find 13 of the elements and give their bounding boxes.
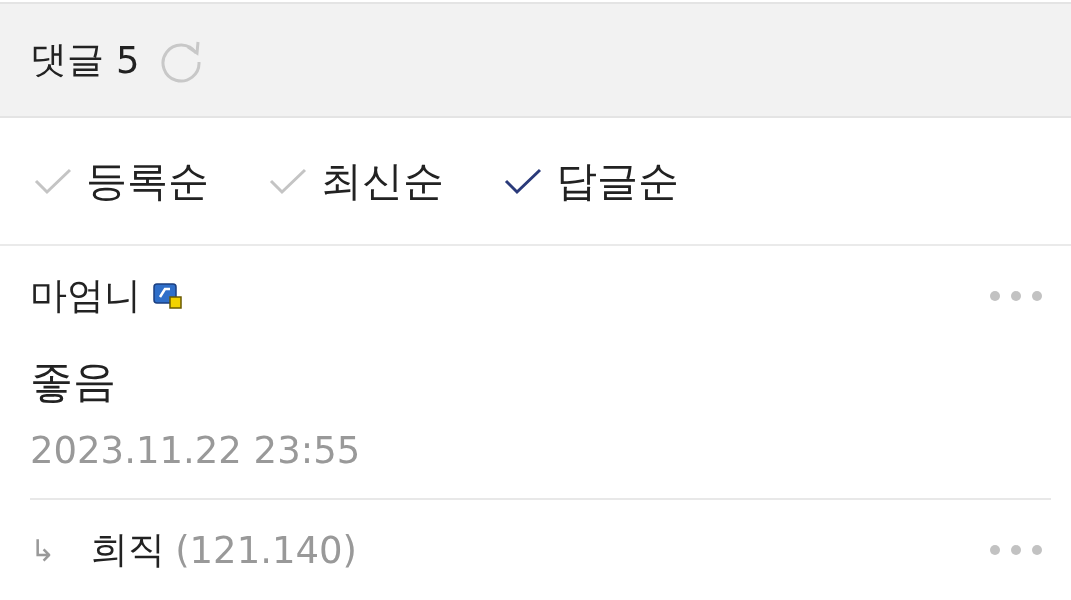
comment-count: 5 [116,38,140,82]
reply-arrow: ↳ [30,532,56,568]
author-name[interactable]: 마엄니 [30,271,141,321]
sort-option[interactable]: 최신순 [269,153,444,209]
sort-option[interactable]: 답글순 [504,153,679,209]
author-ip: (121.140) [175,528,357,572]
more-icon[interactable] [989,544,1043,556]
comments-title: 댓글 [30,37,104,83]
comment-text: 좋음 [30,355,117,408]
more-icon[interactable] [989,290,1043,302]
author-name[interactable]: 희직 [91,525,166,575]
comment-date: 2023.11.22 23:55 [30,416,1051,500]
sort-option[interactable]: 등록순 [34,153,209,209]
